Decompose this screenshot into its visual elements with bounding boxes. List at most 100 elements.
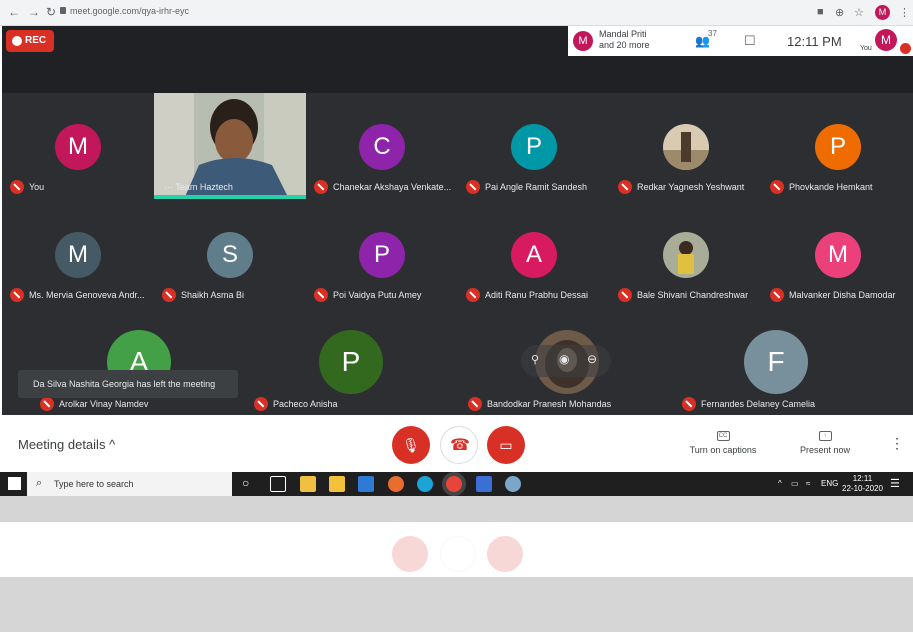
- participant-name: Malvanker Disha Damodar: [789, 290, 896, 300]
- browser-menu-icon[interactable]: ⋮: [899, 6, 910, 19]
- participant-name: Ms. Mervia Genoveva Andr...: [29, 290, 145, 300]
- participant-name: Bale Shivani Chandreshwar: [637, 290, 749, 300]
- participant-tile[interactable]: P Phovkande Hemkant: [762, 93, 913, 201]
- address-bar[interactable]: meet.google.com/qya-irhr-eyc: [70, 6, 189, 16]
- participant-tile[interactable]: A Aditi Ranu Prabhu Dessai: [458, 201, 610, 309]
- speaking-indicator: [154, 195, 306, 199]
- forward-icon[interactable]: →: [28, 5, 40, 19]
- presenter-avatar: M: [573, 31, 593, 51]
- participant-avatar: M: [55, 232, 101, 278]
- participant-name: Pacheco Anisha: [273, 399, 338, 409]
- taskbar-clock[interactable]: 12:11 22-10-2020: [842, 474, 883, 494]
- star-icon[interactable]: ☆: [854, 6, 864, 19]
- camera-off-icon: ▭: [499, 437, 513, 453]
- captions-button[interactable]: CC Turn on captions: [685, 431, 761, 455]
- language-indicator[interactable]: ENG: [821, 479, 838, 488]
- profile-avatar[interactable]: M: [875, 5, 890, 20]
- participant-avatar: P: [319, 330, 383, 394]
- word-icon[interactable]: [476, 476, 492, 492]
- participant-tile[interactable]: S Shaikh Asma Bi: [154, 201, 306, 309]
- notifications-icon[interactable]: ☰: [890, 477, 900, 490]
- participant-name: Shaikh Asma Bi: [181, 290, 245, 300]
- participant-tile[interactable]: P Pacheco Anisha: [246, 310, 398, 418]
- presenter-more: and 20 more: [599, 40, 650, 50]
- camera-icon[interactable]: ■: [817, 6, 824, 18]
- participant-avatar: A: [511, 232, 557, 278]
- participant-avatar: C: [359, 124, 405, 170]
- mute-participant-icon[interactable]: ◉: [559, 352, 569, 366]
- mail-icon[interactable]: [358, 476, 374, 492]
- task-view-icon[interactable]: [270, 476, 286, 492]
- mic-off-icon: [466, 180, 480, 194]
- participant-tile[interactable]: P Poi Vaidya Putu Amey: [306, 201, 458, 309]
- participant-name: Arolkar Vinay Namdev: [59, 399, 149, 409]
- participant-tile[interactable]: M Malvanker Disha Damodar: [762, 201, 913, 309]
- mic-off-icon: [40, 397, 54, 411]
- participant-avatar: P: [815, 124, 861, 170]
- mic-off-icon: [314, 180, 328, 194]
- captions-label: Turn on captions: [689, 445, 757, 455]
- taskbar-search[interactable]: ⌕ Type here to search: [27, 472, 232, 496]
- windows-start-icon[interactable]: [8, 477, 21, 490]
- leave-call-button[interactable]: ☎: [440, 426, 478, 464]
- cortana-icon[interactable]: ○: [242, 476, 258, 492]
- present-label: Present now: [799, 445, 851, 455]
- search-icon: ⌕: [36, 477, 43, 489]
- tray-chevron-icon[interactable]: ^: [778, 479, 782, 488]
- battery-icon: ▭: [791, 479, 799, 488]
- participant-name: You: [29, 182, 45, 192]
- chevron-up-icon: ^: [109, 437, 116, 452]
- chrome-icon[interactable]: [446, 476, 462, 492]
- participant-name-text: Team Haztech: [175, 182, 233, 192]
- clock-date: 22-10-2020: [842, 484, 883, 493]
- participant-avatar: F: [744, 330, 808, 394]
- meeting-details-button[interactable]: Meeting details ^: [18, 437, 115, 452]
- meeting-controls: Meeting details ^ 🎙 ☎ ▭ CC Turn on capti…: [2, 415, 913, 472]
- mic-off-icon: [254, 397, 268, 411]
- camera-toggle-button[interactable]: ▭: [487, 426, 525, 464]
- participant-name: Chanekar Akshaya Venkate...: [333, 182, 452, 192]
- search-placeholder: Type here to search: [54, 479, 134, 489]
- screen-reflection: [0, 496, 913, 632]
- participant-tile[interactable]: Redkar Yagnesh Yeshwant: [610, 93, 762, 201]
- edge-icon[interactable]: [417, 476, 433, 492]
- back-icon[interactable]: ←: [8, 5, 20, 19]
- pin-icon[interactable]: ⚲: [531, 353, 539, 366]
- people-count: 37: [708, 29, 717, 38]
- you-avatar: M: [875, 29, 897, 51]
- participant-tile[interactable]: F Fernandes Delaney Camelia: [674, 310, 854, 418]
- record-icon: [12, 36, 22, 46]
- chat-icon[interactable]: ☐: [744, 33, 756, 49]
- app-icon[interactable]: [505, 476, 521, 492]
- participant-avatar: M: [815, 232, 861, 278]
- zoom-icon[interactable]: ⊕: [835, 6, 844, 19]
- store-icon[interactable]: [300, 476, 316, 492]
- participant-tile[interactable]: M Ms. Mervia Genoveva Andr...: [2, 201, 154, 309]
- presenter-summary[interactable]: Mandal Priti and 20 more: [599, 29, 669, 51]
- you-label: You: [860, 45, 872, 52]
- lock-icon: [60, 7, 66, 14]
- more-options-icon[interactable]: ⋮: [890, 435, 904, 452]
- mic-off-icon: [770, 180, 784, 194]
- participant-photo: [663, 232, 709, 278]
- app-icon[interactable]: [388, 476, 404, 492]
- participant-tile[interactable]: M You: [2, 93, 154, 201]
- remove-participant-icon[interactable]: ⊖: [587, 352, 597, 366]
- meeting-header: M Mandal Priti and 20 more 👥 37 ☐ 12:11 …: [568, 26, 913, 56]
- mic-off-icon: [618, 288, 632, 302]
- present-now-button[interactable]: ↑ Present now: [795, 431, 855, 455]
- participant-video-tile[interactable]: ⋯ Team Haztech: [154, 93, 306, 199]
- present-icon: ↑: [818, 431, 832, 441]
- participant-tile[interactable]: C Chanekar Akshaya Venkate...: [306, 93, 458, 201]
- reload-icon[interactable]: ↻: [46, 5, 56, 19]
- participant-tile[interactable]: P Pai Angle Ramit Sandesh: [458, 93, 610, 201]
- participant-name: Poi Vaidya Putu Amey: [333, 290, 422, 300]
- file-explorer-icon[interactable]: [329, 476, 345, 492]
- presenter-name: Mandal Priti: [599, 29, 647, 39]
- hang-up-icon: ☎: [450, 437, 470, 454]
- mic-toggle-button[interactable]: 🎙: [392, 426, 430, 464]
- mic-off-icon: [162, 288, 176, 302]
- recording-badge: REC: [6, 30, 54, 52]
- participant-tile[interactable]: A Arolkar Vinay Namdev: [32, 310, 184, 418]
- participant-tile[interactable]: Bale Shivani Chandreshwar: [610, 201, 762, 309]
